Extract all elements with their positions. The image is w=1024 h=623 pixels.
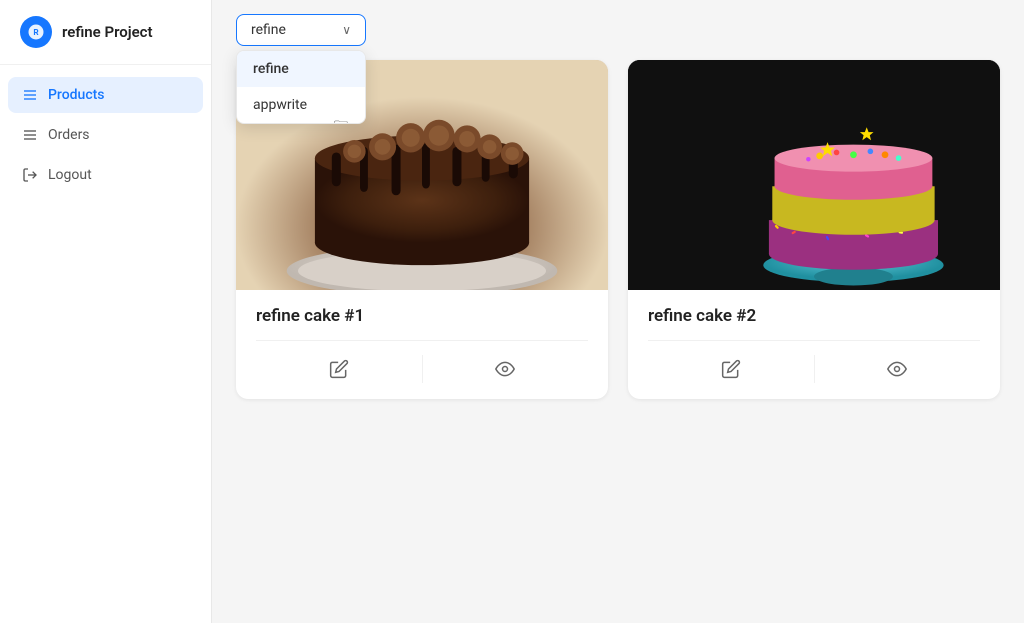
dropdown-option-refine[interactable]: refine [237, 51, 365, 87]
sidebar-nav: Products Orders Logout [0, 65, 211, 205]
topbar: refine ∨ refine appwrite ☞ [212, 0, 1024, 60]
dropdown-option-appwrite[interactable]: appwrite ☞ [237, 87, 365, 123]
product-image-cake2 [628, 60, 1000, 290]
dropdown-menu: refine appwrite ☞ [236, 50, 366, 124]
eye-icon-cake1 [495, 359, 515, 379]
data-provider-dropdown[interactable]: refine ∨ refine appwrite ☞ [236, 14, 366, 46]
edit-button-cake2[interactable] [648, 351, 814, 387]
sidebar-item-products-label: Products [48, 87, 105, 103]
edit-icon [329, 359, 349, 379]
sidebar-item-products[interactable]: Products [8, 77, 203, 113]
sidebar-item-orders[interactable]: Orders [8, 117, 203, 153]
products-icon [22, 87, 38, 103]
sidebar-item-logout-label: Logout [48, 167, 92, 183]
logout-icon [22, 167, 38, 183]
orders-icon [22, 127, 38, 143]
show-button-cake1[interactable] [423, 351, 589, 387]
svg-text:R: R [33, 28, 39, 38]
sidebar-header: R refine Project [0, 0, 211, 65]
app-title: refine Project [62, 23, 153, 41]
logo-icon: R [20, 16, 52, 48]
product-info-cake2: refine cake #2 [628, 290, 1000, 399]
product-actions-cake2 [648, 340, 980, 387]
product-name-cake1: refine cake #1 [256, 306, 588, 326]
product-name-cake2: refine cake #2 [648, 306, 980, 326]
chevron-down-icon: ∨ [342, 23, 351, 37]
eye-icon-cake2 [887, 359, 907, 379]
sidebar-item-orders-label: Orders [48, 127, 90, 143]
main-content: refine ∨ refine appwrite ☞ [212, 0, 1024, 623]
product-actions-cake1 [256, 340, 588, 387]
product-card-cake2: refine cake #2 [628, 60, 1000, 399]
sidebar: R refine Project Products [0, 0, 212, 623]
show-button-cake2[interactable] [815, 351, 981, 387]
cursor-pointer: ☞ [333, 115, 349, 124]
dropdown-selected-value: refine [251, 22, 286, 38]
dropdown-trigger[interactable]: refine ∨ [236, 14, 366, 46]
edit-button-cake1[interactable] [256, 351, 422, 387]
edit-icon-cake2 [721, 359, 741, 379]
sidebar-item-logout[interactable]: Logout [8, 157, 203, 193]
product-info-cake1: refine cake #1 [236, 290, 608, 399]
